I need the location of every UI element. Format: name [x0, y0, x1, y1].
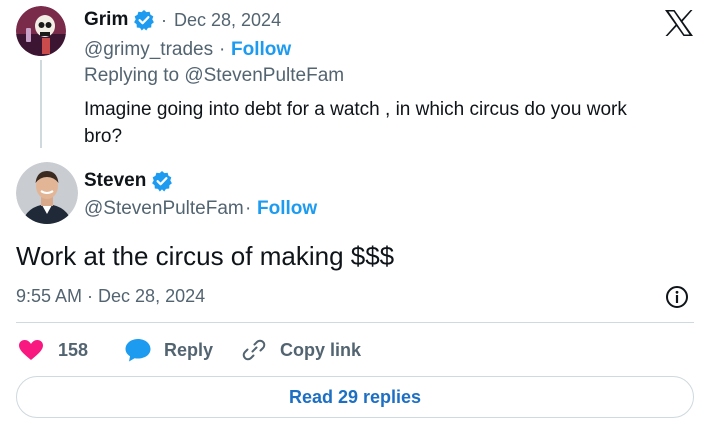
steven-avatar[interactable]	[16, 162, 78, 224]
link-icon	[242, 338, 266, 362]
reply-handle-separator: ·	[219, 39, 226, 60]
verified-badge-icon	[151, 170, 173, 192]
main-tweet-text: Work at the circus of making $$$	[16, 241, 395, 271]
verified-badge-icon	[133, 9, 155, 31]
actions-divider	[16, 322, 694, 323]
reply-bubble-icon	[124, 338, 152, 362]
reply-separator: ·	[161, 10, 167, 30]
replying-to-line: Replying to @StevenPulteFam	[84, 65, 344, 87]
replying-to-handle[interactable]: @StevenPulteFam	[184, 65, 344, 86]
reply-handle[interactable]: @grimy_trades	[84, 39, 213, 61]
like-count: 158	[58, 340, 89, 360]
reply-action[interactable]: Reply	[124, 336, 224, 364]
thread-connector-line	[40, 60, 42, 148]
x-logo-icon[interactable]	[664, 9, 694, 37]
heart-icon	[18, 339, 44, 361]
reply-author-name[interactable]: Grim	[84, 9, 128, 31]
reply-label: Reply	[164, 340, 214, 360]
read-replies-button[interactable]: Read 29 replies	[16, 376, 694, 418]
replying-to-prefix: Replying to	[84, 65, 180, 86]
info-icon[interactable]	[665, 285, 689, 309]
reply-date[interactable]: Dec 28, 2024	[174, 10, 281, 31]
grim-avatar[interactable]	[16, 6, 66, 56]
copy-link-label: Copy link	[280, 340, 362, 360]
reply-follow-link[interactable]: Follow	[231, 39, 291, 61]
main-handle-separator: ·	[245, 198, 252, 219]
like-action[interactable]: 158	[18, 336, 108, 364]
main-timestamp[interactable]: 9:55 AM · Dec 28, 2024	[16, 286, 205, 307]
main-author-name[interactable]: Steven	[84, 170, 146, 192]
reply-text: Imagine going into debt for a watch , in…	[84, 99, 627, 147]
main-handle[interactable]: @StevenPulteFam	[84, 198, 244, 220]
copy-link-action[interactable]: Copy link	[242, 336, 372, 364]
main-follow-link[interactable]: Follow	[257, 198, 317, 220]
